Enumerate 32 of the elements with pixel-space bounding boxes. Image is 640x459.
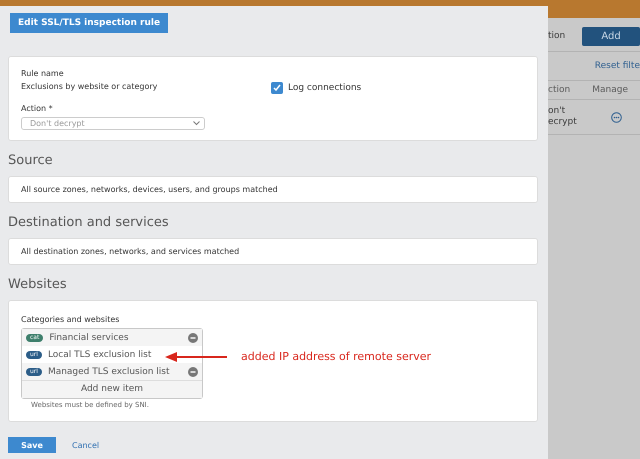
- add-button[interactable]: Add: [582, 26, 640, 46]
- reset-filter-link[interactable]: Reset filte: [594, 52, 640, 80]
- log-checkbox[interactable]: [271, 82, 283, 94]
- column-header: ction: [548, 85, 570, 95]
- table-cell: ecrypt: [548, 117, 577, 128]
- table-cell-text: on't: [548, 106, 566, 117]
- field-label: Action *: [21, 104, 54, 113]
- item-name: Local TLS exclusion list: [48, 350, 152, 360]
- add-item-button[interactable]: Add new item: [22, 380, 202, 398]
- checkbox-label: Log connections: [288, 83, 362, 93]
- save-button[interactable]: Save: [8, 437, 56, 453]
- arrow-icon: [165, 352, 227, 362]
- remove-icon[interactable]: [188, 366, 198, 376]
- toolbar-label: tion: [548, 31, 566, 41]
- summary-text: All source zones, networks, devices, users, and groups matched: [21, 185, 278, 194]
- annotation-text: added IP address of remote server: [241, 350, 432, 363]
- item-name: Managed TLS exclusion list: [48, 366, 171, 376]
- rule-name-value: Exclusions by website or category: [21, 82, 158, 93]
- more-icon[interactable]: [611, 112, 622, 122]
- cancel-link[interactable]: Cancel: [72, 440, 100, 450]
- field-label: Rule name: [21, 69, 65, 78]
- summary-text: All destination zones, networks, and services matched: [21, 247, 240, 256]
- section-heading: Source: [8, 153, 54, 168]
- column-header: Manage: [592, 85, 628, 95]
- field-label: Categories and websites: [21, 315, 120, 324]
- chevron-down-icon: [193, 121, 200, 126]
- section-heading: Websites: [8, 277, 68, 292]
- dialog-title: Edit SSL/TLS inspection rule: [10, 13, 168, 33]
- item-name: Financial services: [49, 332, 130, 342]
- section-heading: Destination and services: [8, 215, 170, 230]
- action-dropdown[interactable]: Don't decrypt: [21, 117, 205, 130]
- remove-icon[interactable]: [188, 332, 198, 342]
